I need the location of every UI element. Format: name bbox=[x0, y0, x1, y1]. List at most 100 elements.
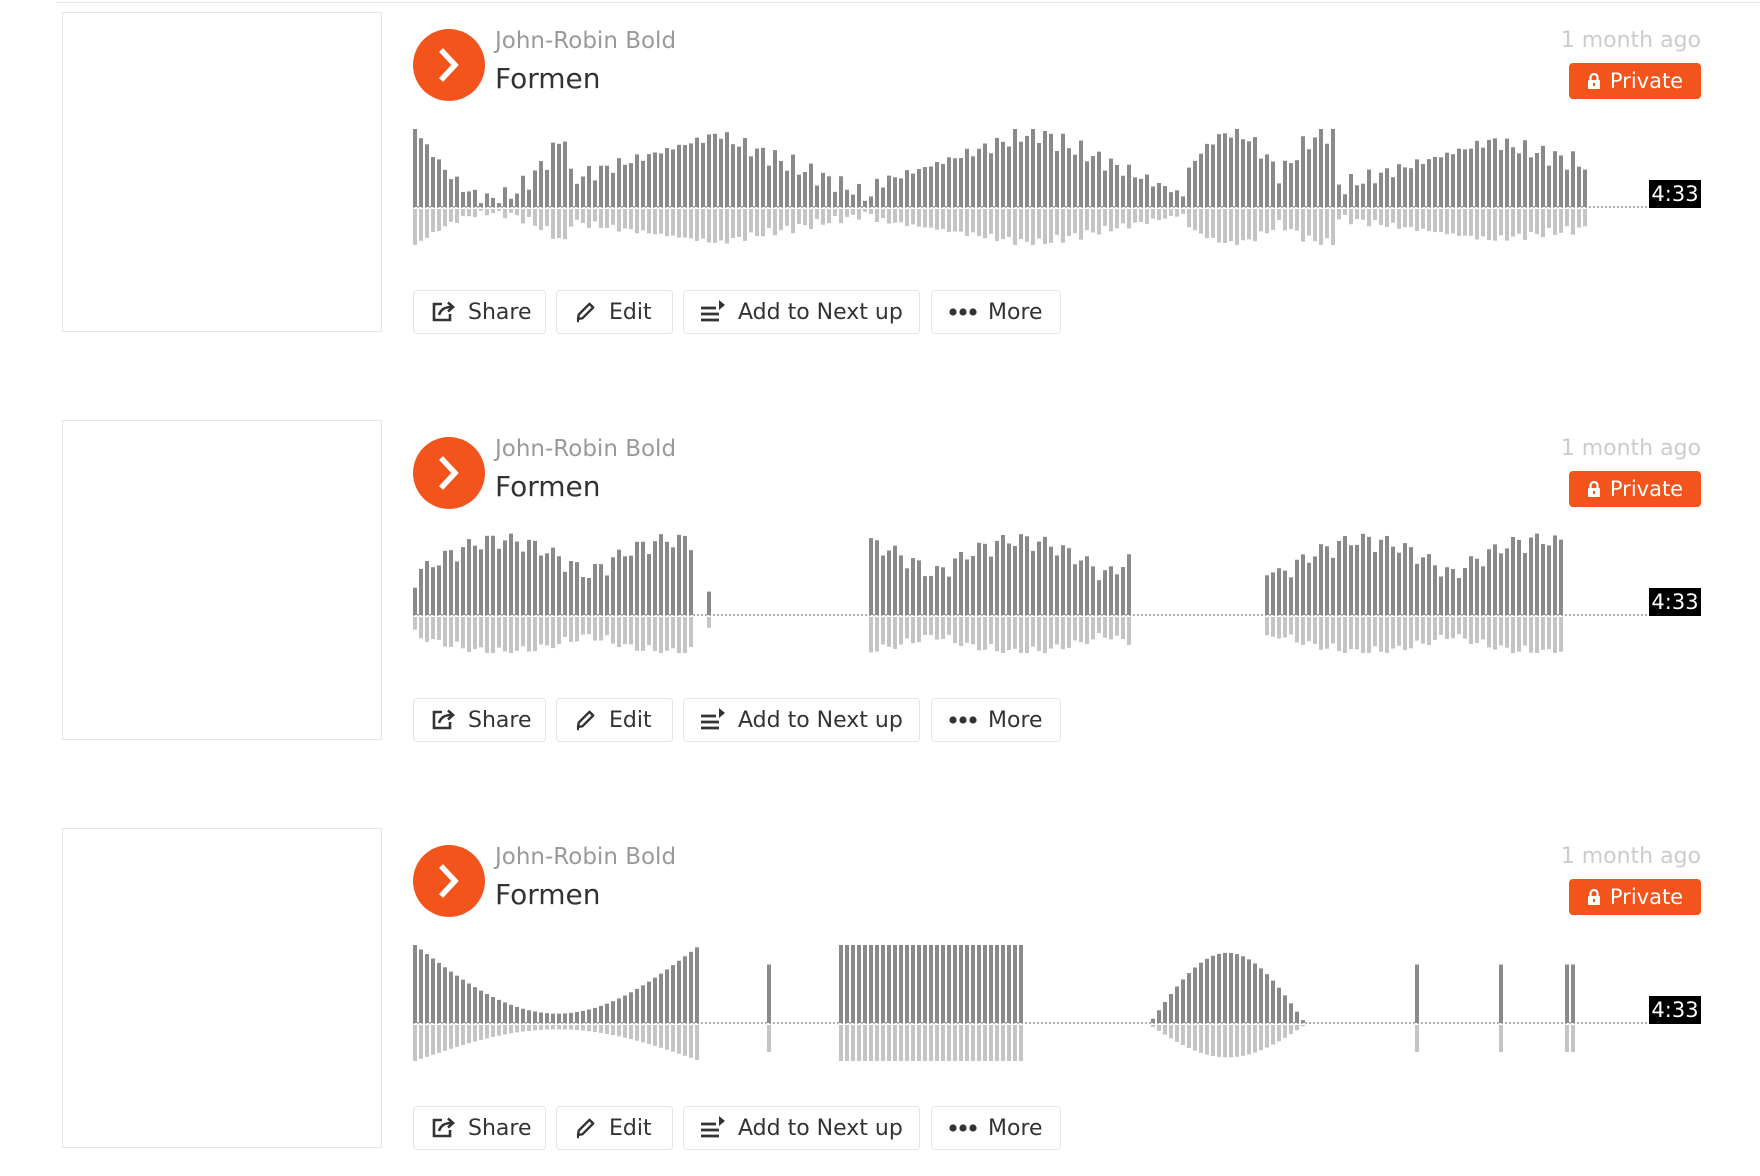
waveform-reflection-bar bbox=[1301, 1025, 1305, 1027]
waveform-bar bbox=[419, 568, 423, 615]
waveform-bar bbox=[677, 960, 681, 1023]
waveform-bar bbox=[1157, 183, 1161, 207]
track-artist[interactable]: John-Robin Bold bbox=[495, 436, 676, 462]
waveform-reflection-bar bbox=[629, 1025, 633, 1040]
waveform-reflection-bar bbox=[635, 209, 639, 234]
waveform-reflection-bar bbox=[761, 209, 765, 237]
waveform-reflection-bar bbox=[809, 209, 813, 230]
waveform-reflection-bar bbox=[1049, 617, 1053, 649]
waveform-reflection-bar bbox=[419, 617, 423, 639]
waveform-reflection-bar bbox=[1481, 209, 1485, 237]
waveform-bar bbox=[1553, 535, 1557, 615]
waveform-bar bbox=[1523, 140, 1527, 207]
waveform-bar bbox=[1577, 166, 1581, 207]
waveform-bar bbox=[593, 564, 597, 615]
track-artwork[interactable] bbox=[62, 420, 382, 740]
more-button[interactable]: More bbox=[931, 290, 1061, 334]
waveform-bar bbox=[479, 990, 483, 1023]
waveform-bar bbox=[1301, 554, 1305, 615]
track-artist[interactable]: John-Robin Bold bbox=[495, 844, 676, 870]
waveform[interactable]: 4:33 bbox=[413, 533, 1701, 653]
waveform-bar bbox=[923, 167, 927, 207]
waveform-reflection-bar bbox=[1097, 209, 1101, 235]
waveform-reflection-bar bbox=[1433, 209, 1437, 233]
waveform-reflection-bar bbox=[1295, 1025, 1299, 1031]
waveform-reflection-bar bbox=[1037, 617, 1041, 651]
edit-button[interactable]: Edit bbox=[556, 290, 673, 334]
share-button[interactable]: Share bbox=[413, 698, 546, 742]
waveform-bar bbox=[947, 157, 951, 207]
more-button[interactable]: More bbox=[931, 698, 1061, 742]
play-button[interactable] bbox=[413, 29, 485, 101]
waveform-reflection-bar bbox=[1193, 1025, 1197, 1051]
waveform-bar bbox=[875, 178, 879, 207]
track-title[interactable]: Formen bbox=[495, 62, 601, 95]
waveform-reflection-bar bbox=[605, 617, 609, 636]
waveform-bar bbox=[551, 547, 555, 615]
waveform-reflection-bar bbox=[1451, 617, 1455, 639]
waveform-bar bbox=[1277, 568, 1281, 615]
edit-button[interactable]: Edit bbox=[556, 698, 673, 742]
waveform-bar bbox=[1571, 151, 1575, 207]
waveform-bar bbox=[851, 194, 855, 207]
waveform-bar bbox=[1361, 533, 1365, 615]
share-button[interactable]: Share bbox=[413, 290, 546, 334]
waveform-reflection-bar bbox=[1211, 1025, 1215, 1057]
waveform-bar bbox=[569, 168, 573, 207]
waveform-reflection-bar bbox=[1427, 617, 1431, 646]
waveform-bar bbox=[635, 541, 639, 615]
waveform-bar bbox=[1475, 140, 1479, 207]
waveform-reflection-bar bbox=[1361, 209, 1365, 220]
share-label: Share bbox=[468, 1115, 532, 1141]
waveform-reflection-bar bbox=[605, 209, 609, 229]
waveform-reflection-bar bbox=[533, 1025, 537, 1031]
more-button[interactable]: More bbox=[931, 1106, 1061, 1150]
play-button[interactable] bbox=[413, 437, 485, 509]
waveform[interactable]: 4:33 bbox=[413, 941, 1701, 1061]
track-artist[interactable]: John-Robin Bold bbox=[495, 28, 676, 54]
waveform-bar bbox=[1043, 536, 1047, 615]
waveform-bar bbox=[689, 143, 693, 207]
add-to-next-up-button[interactable]: Add to Next up bbox=[683, 290, 920, 334]
waveform-bar bbox=[1301, 1020, 1305, 1023]
waveform-bar bbox=[521, 1008, 525, 1023]
waveform-reflection-bar bbox=[1199, 1025, 1203, 1053]
share-button[interactable]: Share bbox=[413, 1106, 546, 1150]
waveform-bar bbox=[653, 541, 657, 615]
waveform-reflection-bar bbox=[1409, 617, 1413, 649]
track-title[interactable]: Formen bbox=[495, 470, 601, 503]
add-to-next-up-button[interactable]: Add to Next up bbox=[683, 698, 920, 742]
waveform-reflection-bar bbox=[845, 1025, 849, 1061]
track-artwork[interactable] bbox=[62, 12, 382, 332]
waveform-reflection-bar bbox=[1499, 617, 1503, 646]
waveform-bar bbox=[1541, 543, 1545, 615]
waveform-reflection-bar bbox=[989, 617, 993, 644]
waveform-reflection-bar bbox=[989, 1025, 993, 1061]
waveform-reflection-bar bbox=[1283, 617, 1287, 638]
waveform[interactable]: 4:33 bbox=[413, 125, 1701, 245]
waveform-reflection-bar bbox=[1439, 209, 1443, 232]
waveform-reflection-bar bbox=[959, 209, 963, 232]
waveform-bar bbox=[623, 164, 627, 207]
add-to-next-up-button[interactable]: Add to Next up bbox=[683, 1106, 920, 1150]
waveform-reflection-bar bbox=[953, 209, 957, 232]
waveform-bar bbox=[911, 945, 915, 1023]
waveform-reflection-bar bbox=[1511, 617, 1515, 653]
waveform-reflection-bar bbox=[1271, 209, 1275, 231]
waveform-reflection-bar bbox=[491, 209, 495, 214]
waveform-bar bbox=[1505, 138, 1509, 207]
waveform-bar bbox=[773, 150, 777, 207]
waveform-reflection-bar bbox=[1085, 209, 1089, 231]
waveform-reflection-bar bbox=[707, 617, 711, 628]
play-button[interactable] bbox=[413, 845, 485, 917]
waveform-bar bbox=[527, 1010, 531, 1023]
track-title[interactable]: Formen bbox=[495, 878, 601, 911]
waveform-reflection-bar bbox=[899, 1025, 903, 1061]
waveform-reflection-bar bbox=[677, 1025, 681, 1054]
track-artwork[interactable] bbox=[62, 828, 382, 1148]
play-icon bbox=[438, 48, 459, 82]
waveform-bar bbox=[851, 945, 855, 1023]
waveform-bar bbox=[1223, 952, 1227, 1023]
waveform-bar bbox=[1103, 170, 1107, 207]
edit-button[interactable]: Edit bbox=[556, 1106, 673, 1150]
